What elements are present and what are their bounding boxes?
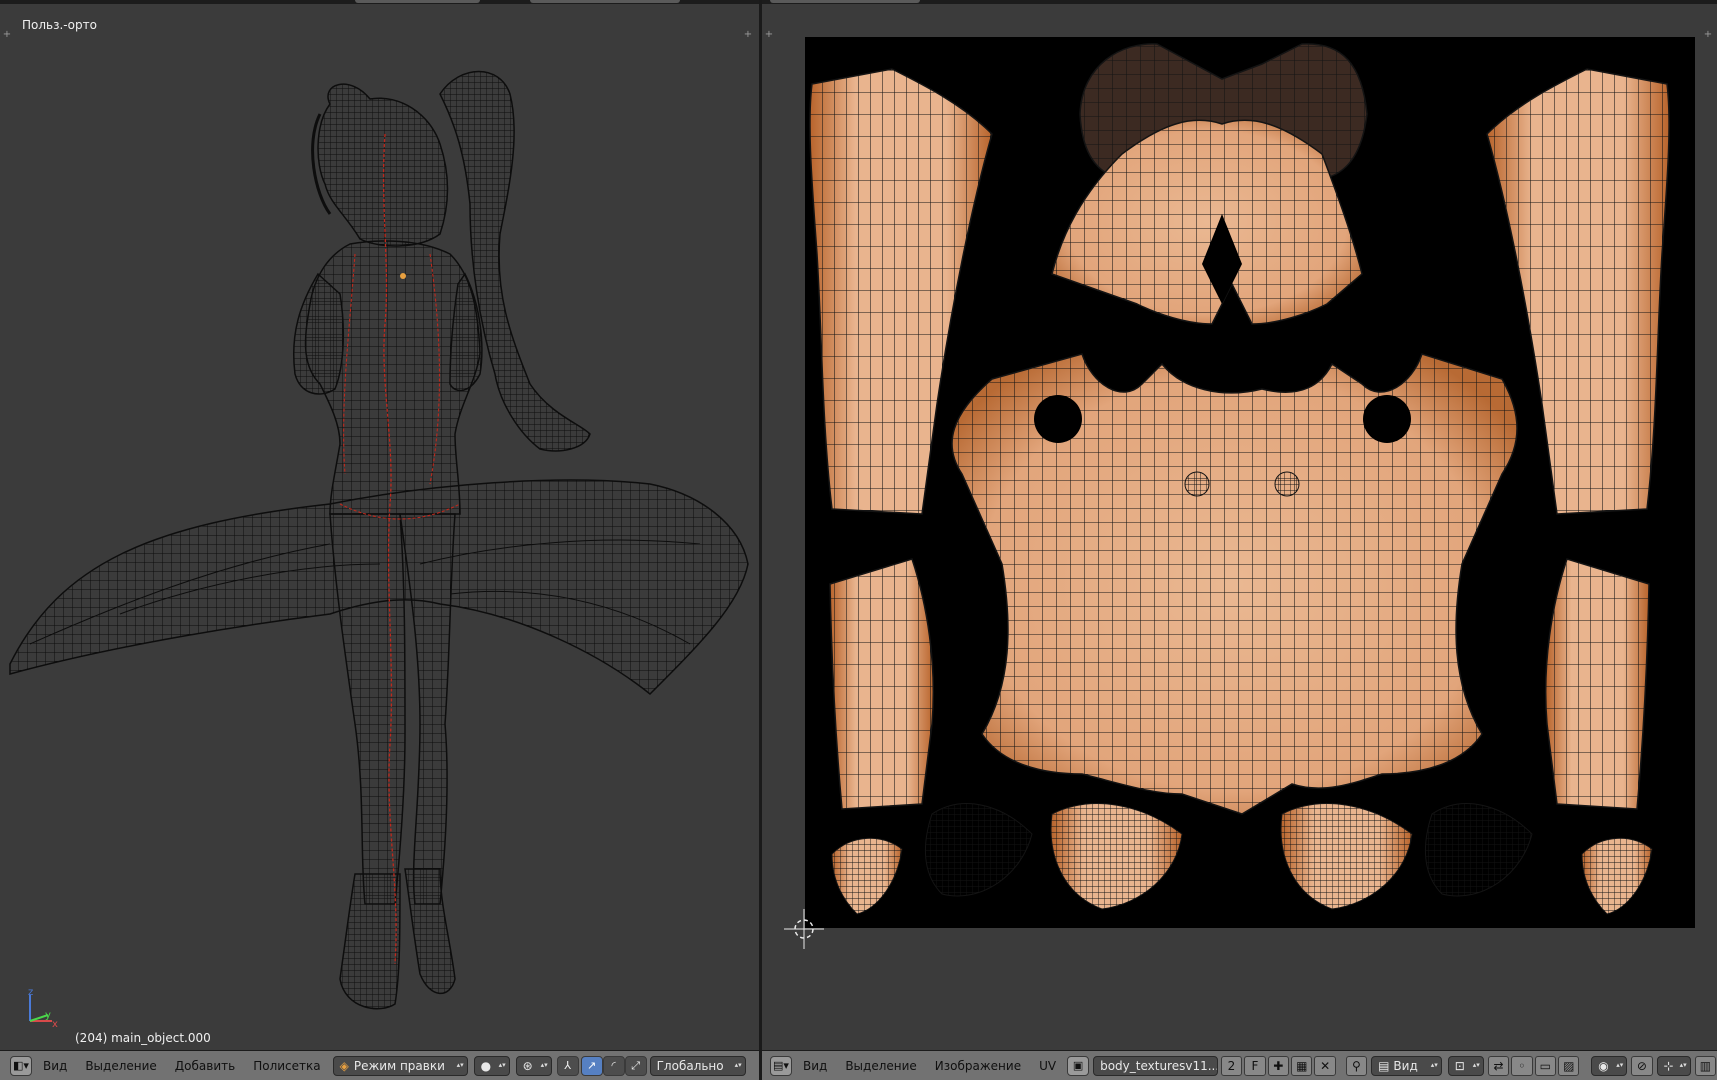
pivot-icon[interactable]: ⊛: [515, 1055, 552, 1076]
uv-menu-select[interactable]: Выделение: [836, 1059, 925, 1073]
view-label: Польз.-орто: [22, 18, 97, 32]
face-select-icon[interactable]: ▨: [1558, 1055, 1580, 1076]
rotate-manipulator-icon[interactable]: ◜: [602, 1055, 625, 1076]
uv-editor-header: ▤▾ Вид Выделение Изображение UV ▣ body_t…: [762, 1050, 1717, 1080]
wire-head: [317, 83, 449, 247]
unlink-image-icon[interactable]: ✕: [1314, 1055, 1336, 1076]
wire-leg-left: [329, 513, 406, 905]
area-corner-handle[interactable]: +: [2, 30, 12, 40]
axes-gizmo: z y x: [28, 989, 58, 1029]
wireframe-model[interactable]: [0, 4, 759, 1050]
shading-dropdown[interactable]: ●: [473, 1055, 510, 1076]
mode-dropdown[interactable]: ◈ Режим правки: [332, 1055, 468, 1076]
svg-text:z: z: [28, 989, 33, 998]
cube-icon[interactable]: ◧▾: [10, 1055, 32, 1076]
proportional-edit-icon[interactable]: ◉: [1591, 1055, 1628, 1076]
edge-select-icon[interactable]: ▭: [1534, 1055, 1557, 1076]
svg-text:y: y: [45, 1010, 51, 1021]
sphere-icon: ●: [480, 1058, 492, 1073]
pin-icon[interactable]: ⚲: [1345, 1055, 1368, 1076]
orientation-dropdown[interactable]: Глобально: [649, 1055, 746, 1076]
area-corner-handle[interactable]: +: [1703, 30, 1713, 40]
manipulator-icon[interactable]: ⅄: [556, 1055, 579, 1076]
image-editor-icon[interactable]: ▤▾: [770, 1055, 792, 1076]
menu-add[interactable]: Добавить: [166, 1059, 244, 1073]
menu-mesh[interactable]: Полисетка: [244, 1059, 329, 1073]
menu-select[interactable]: Выделение: [76, 1059, 165, 1073]
area-tab[interactable]: [770, 0, 920, 3]
new-image-icon[interactable]: ✚: [1267, 1055, 1290, 1076]
uv-menu-view[interactable]: Вид: [794, 1059, 836, 1073]
image-name-field[interactable]: body_texturesv11....: [1093, 1055, 1218, 1076]
area-tab[interactable]: [355, 0, 480, 3]
menu-view[interactable]: Вид: [34, 1059, 76, 1073]
uv-pivot-icon[interactable]: ⊡: [1447, 1055, 1484, 1076]
uv-canvas[interactable]: [762, 4, 1717, 1050]
image-users-count[interactable]: 2: [1220, 1055, 1243, 1076]
uv-menu-image[interactable]: Изображение: [926, 1059, 1030, 1073]
snap-element-icon[interactable]: ⊹: [1656, 1055, 1691, 1076]
scale-manipulator-icon[interactable]: ⤢: [624, 1055, 647, 1076]
wire-boot-left: [339, 873, 401, 1010]
edit-mode-icon: ◈: [339, 1058, 349, 1073]
sync-selection-icon[interactable]: ⇄: [1487, 1055, 1510, 1076]
vertex-select-icon[interactable]: ◦: [1511, 1055, 1533, 1076]
area-corner-handle[interactable]: +: [764, 30, 774, 40]
wire-leg-right: [399, 513, 456, 905]
wire-arm-left: [292, 272, 345, 395]
translate-manipulator-icon[interactable]: ↗: [580, 1055, 603, 1076]
view-mode-icon: ▤: [1378, 1058, 1390, 1073]
viewport-3d[interactable]: + + Польз.-орто z y x (204) main_object.…: [0, 4, 759, 1050]
fake-user-button[interactable]: F: [1244, 1055, 1266, 1076]
area-tab[interactable]: [530, 0, 680, 3]
uv-view-dropdown[interactable]: ▤ Вид: [1371, 1055, 1442, 1076]
snap-icon[interactable]: ⊘: [1631, 1055, 1653, 1076]
udim-icon[interactable]: ▥: [1694, 1055, 1717, 1076]
object-info-label: (204) main_object.000: [75, 1031, 211, 1045]
image-browse-icon[interactable]: ▣: [1067, 1055, 1090, 1076]
svg-text:x: x: [52, 1019, 58, 1029]
area-corner-handle[interactable]: +: [743, 30, 753, 40]
wire-boot-right: [404, 868, 456, 995]
origin-dot: [400, 273, 406, 279]
open-image-icon[interactable]: ▦: [1291, 1055, 1313, 1076]
uv-image-editor[interactable]: + +: [762, 4, 1717, 1050]
viewport-header: ◧▾ Вид Выделение Добавить Полисетка ◈ Ре…: [0, 1050, 759, 1080]
uv-menu-uvs[interactable]: UV: [1030, 1059, 1065, 1073]
